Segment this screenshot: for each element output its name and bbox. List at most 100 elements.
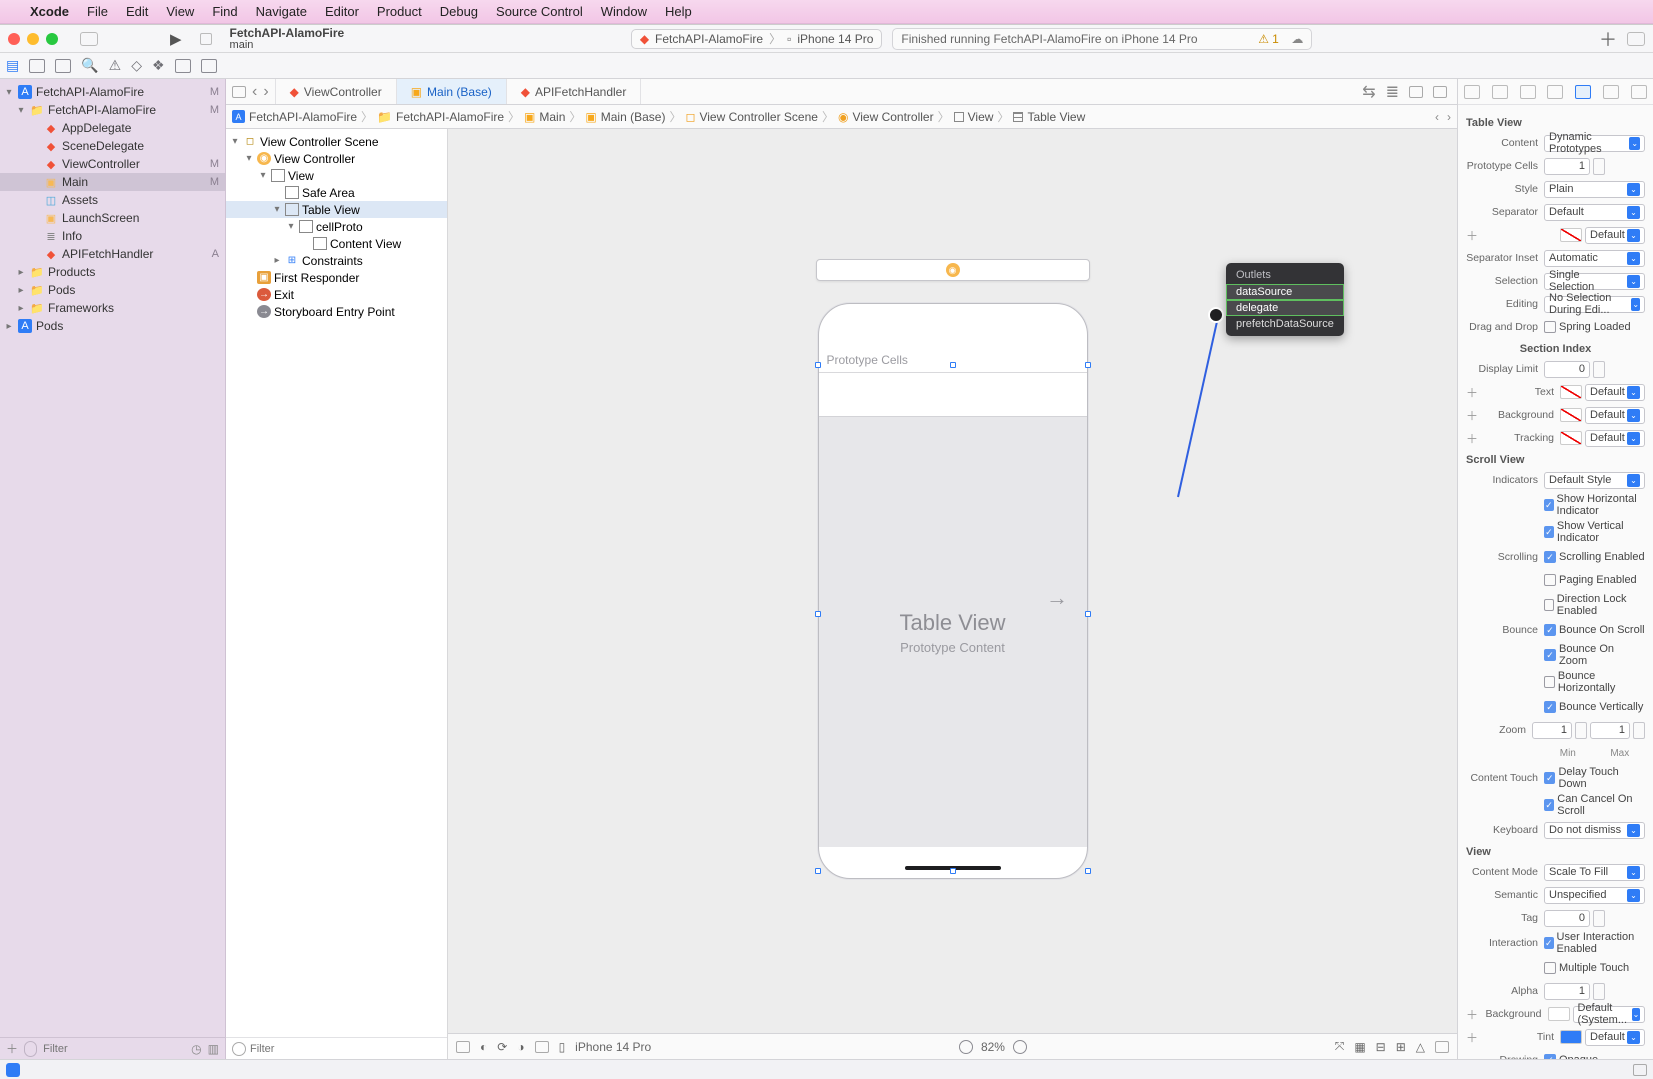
navigator-filter-input[interactable] — [43, 1043, 185, 1055]
tag-field[interactable]: 0 — [1544, 910, 1590, 927]
content-mode-select[interactable]: Scale To Fill⌄ — [1544, 864, 1645, 881]
index-text-select[interactable]: Default⌄ — [1585, 384, 1645, 401]
library-button-icon[interactable]: ＋ — [1599, 26, 1617, 52]
device-phone-icon[interactable]: ▯ — [559, 1040, 566, 1054]
run-button-icon[interactable]: ▶ — [170, 30, 182, 48]
outline-exit[interactable]: →Exit — [226, 286, 447, 303]
viewcontroller-dock-icon[interactable]: ◉ — [946, 263, 960, 277]
separator-select[interactable]: Default⌄ — [1544, 204, 1645, 221]
nav-folder-frameworks[interactable]: ▸📁Frameworks — [0, 299, 225, 317]
nav-item-assets[interactable]: ◫Assets — [0, 191, 225, 209]
selection-handle[interactable] — [815, 611, 821, 617]
test-navigator-icon[interactable]: ◇ — [131, 57, 142, 74]
outline-contentview[interactable]: Content View — [226, 235, 447, 252]
canvas-bottom-bar[interactable]: ◐ ⟳ ◑ ▯ iPhone 14 Pro 82% ⤧ — [448, 1033, 1457, 1059]
traffic-lights[interactable] — [8, 33, 58, 45]
device-config-icon[interactable] — [535, 1041, 549, 1053]
bounce-v-checkbox[interactable]: ✓ — [1544, 701, 1556, 713]
add-icon[interactable]: ＋ — [1466, 227, 1476, 244]
separator-inset-select[interactable]: Automatic⌄ — [1544, 250, 1645, 267]
outlet-prefetchdatasource[interactable]: prefetchDataSource — [1226, 316, 1344, 332]
filter-scope-icon[interactable] — [24, 1041, 37, 1057]
keyboard-select[interactable]: Do not dismiss⌄ — [1544, 822, 1645, 839]
outlet-delegate[interactable]: delegate — [1226, 300, 1344, 316]
bounce-zoom-checkbox[interactable]: ✓ — [1544, 649, 1556, 661]
prototype-cells-field[interactable]: 1 — [1544, 158, 1590, 175]
index-bg-select[interactable]: Default⌄ — [1585, 407, 1645, 424]
storyboard-canvas[interactable]: ◉ Prototype Cells Table View Prototype C… — [448, 129, 1457, 1033]
embed-in-icon[interactable]: ▦ — [1354, 1040, 1365, 1054]
project-navigator[interactable]: ▾A FetchAPI-AlamoFireM ▾📁 FetchAPI-Alamo… — [0, 79, 226, 1059]
assistant-icon[interactable] — [1409, 86, 1423, 98]
display-limit-field[interactable]: 0 — [1544, 361, 1590, 378]
outline-filter-icon[interactable] — [232, 1042, 246, 1056]
view-as-icon[interactable]: ◐ — [480, 1040, 487, 1054]
nav-folder-products[interactable]: ▸📁Products — [0, 263, 225, 281]
connections-inspector-icon[interactable] — [1631, 85, 1647, 99]
inspector-panel[interactable]: Table View ContentDynamic Prototypes⌄ Pr… — [1457, 79, 1653, 1059]
size-inspector-icon[interactable] — [1603, 85, 1619, 99]
nav-forward-icon[interactable]: › — [263, 83, 268, 101]
zoom-max-field[interactable]: 1 — [1590, 722, 1630, 739]
navigator-selector[interactable]: ▤ 🔍 ⚠ ◇ ❖ — [0, 53, 1653, 79]
nav-project-root[interactable]: ▾A FetchAPI-AlamoFireM — [0, 83, 225, 101]
tab-apifetchhandler[interactable]: ◆APIFetchHandler — [507, 79, 642, 104]
style-select[interactable]: Plain⌄ — [1544, 181, 1645, 198]
toggle-outline-icon[interactable] — [456, 1041, 470, 1053]
outline-view[interactable]: ▾View — [226, 167, 447, 184]
stepper-icon[interactable] — [1593, 361, 1605, 378]
outline-first-responder[interactable]: ▣First Responder — [226, 269, 447, 286]
canvas-settings-icon[interactable] — [1435, 1041, 1449, 1053]
scene-dock[interactable]: ◉ — [816, 259, 1090, 281]
dock-app-icon[interactable] — [6, 1063, 20, 1077]
menu-find[interactable]: Find — [212, 4, 237, 19]
nav-group[interactable]: ▾📁 FetchAPI-AlamoFireM — [0, 101, 225, 119]
bg-select[interactable]: Default (System...⌄ — [1573, 1006, 1646, 1023]
tint-swatch[interactable] — [1560, 1030, 1582, 1044]
index-bg-swatch[interactable] — [1560, 408, 1582, 422]
scrolling-checkbox[interactable]: ✓ — [1544, 551, 1556, 563]
separator-color-select[interactable]: Default⌄ — [1585, 227, 1645, 244]
orientation-icon[interactable]: ⟳ — [497, 1040, 507, 1054]
entry-point-arrow-icon[interactable]: → — [1046, 585, 1068, 611]
outline-cellproto[interactable]: ▾cellProto — [226, 218, 447, 235]
dirlock-checkbox[interactable] — [1544, 599, 1554, 611]
index-text-swatch[interactable] — [1560, 385, 1582, 399]
minimize-icon[interactable] — [27, 33, 39, 45]
prototype-cell[interactable] — [819, 373, 1087, 417]
macos-menubar[interactable]: Xcode File Edit View Find Navigate Edito… — [0, 0, 1653, 24]
menu-view[interactable]: View — [166, 4, 194, 19]
nav-item-main[interactable]: ▣MainM — [0, 173, 225, 191]
zoom-min-field[interactable]: 1 — [1532, 722, 1572, 739]
identity-inspector-icon[interactable] — [1547, 85, 1563, 99]
alpha-field[interactable]: 1 — [1544, 983, 1590, 1000]
jump-forward-icon[interactable]: › — [1447, 110, 1451, 124]
show-h-checkbox[interactable]: ✓ — [1544, 499, 1554, 511]
menu-editor[interactable]: Editor — [325, 4, 359, 19]
outlets-popup[interactable]: Outlets dataSource delegate prefetchData… — [1226, 263, 1344, 336]
report-navigator-icon[interactable] — [201, 59, 217, 73]
selection-handle[interactable] — [950, 868, 956, 874]
content-select[interactable]: Dynamic Prototypes⌄ — [1544, 135, 1645, 152]
attributes-inspector-icon[interactable] — [1575, 85, 1591, 99]
canvas-toggle-icon[interactable] — [1433, 86, 1447, 98]
editor-mode-controls[interactable]: ‹ › — [226, 79, 276, 104]
nav-pods-root[interactable]: ▸APods — [0, 317, 225, 335]
zoom-in-icon[interactable] — [1013, 1040, 1027, 1054]
breakpoint-navigator-icon[interactable] — [175, 59, 191, 73]
index-track-select[interactable]: Default⌄ — [1585, 430, 1645, 447]
activity-bar[interactable]: Finished running FetchAPI-AlamoFire on i… — [892, 28, 1312, 50]
show-v-checkbox[interactable]: ✓ — [1544, 526, 1554, 538]
stepper-icon[interactable] — [1575, 722, 1587, 739]
minimap-icon[interactable]: ≣ — [1386, 82, 1399, 102]
menu-help[interactable]: Help — [665, 4, 692, 19]
adjust-editor-icon[interactable]: ⇆ — [1362, 82, 1375, 102]
outline-viewcontroller[interactable]: ▾◉View Controller — [226, 150, 447, 167]
delay-touch-checkbox[interactable]: ✓ — [1544, 772, 1555, 784]
inspector-tabs[interactable] — [1458, 79, 1653, 105]
zoom-icon[interactable] — [46, 33, 58, 45]
bounce-scroll-checkbox[interactable]: ✓ — [1544, 624, 1556, 636]
symbol-navigator-icon[interactable] — [55, 59, 71, 73]
selection-handle[interactable] — [1085, 868, 1091, 874]
stepper-icon[interactable] — [1593, 983, 1605, 1000]
